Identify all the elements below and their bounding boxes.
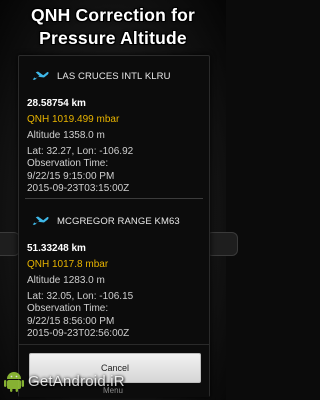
stations-dialog: LAS CRUCES INTL KLRU 28.58754 km QNH 101…	[18, 55, 210, 397]
station-altitude: Altitude 1283.0 m	[27, 275, 105, 286]
station-name: MCGREGOR RANGE KM63	[57, 216, 180, 227]
android-icon	[4, 372, 24, 392]
station-altitude: Altitude 1358.0 m	[27, 130, 105, 141]
stations-list[interactable]: LAS CRUCES INTL KLRU 28.58754 km QNH 101…	[19, 56, 209, 342]
airplane-icon	[32, 71, 49, 80]
station-distance: 28.58754 km	[27, 98, 86, 109]
watermark: GetAndroid.iR	[4, 366, 125, 396]
station-name: LAS CRUCES INTL KLRU	[57, 71, 171, 82]
station-divider	[25, 198, 203, 199]
airplane-icon	[32, 216, 49, 225]
observation-local-time: 9/22/15 8:56:00 PM	[27, 315, 115, 327]
observation-local-time: 9/22/15 9:15:00 PM	[27, 170, 115, 182]
station-qnh: QNH 1017.8 mbar	[27, 259, 109, 270]
observation-utc-time: 2015-09-23T02:56:00Z	[27, 328, 130, 339]
title-line-2: Pressure Altitude	[39, 28, 187, 48]
station-item[interactable]: LAS CRUCES INTL KLRU 28.58754 km QNH 101…	[19, 62, 209, 196]
observation-label: Observation Time:	[27, 158, 109, 169]
watermark-text: GetAndroid.iR	[28, 372, 125, 390]
station-latlon: Lat: 32.05, Lon: -106.15	[27, 290, 134, 302]
left-side-button[interactable]	[0, 232, 20, 256]
observation-utc-time: 2015-09-23T03:15:00Z	[27, 183, 130, 194]
title-line-1: QNH Correction for	[30, 5, 196, 25]
observation-label: Observation Time:	[27, 303, 109, 314]
station-header: MCGREGOR RANGE KM63	[19, 207, 209, 237]
right-side-button[interactable]	[206, 232, 238, 256]
station-distance: 51.33248 km	[27, 243, 86, 254]
station-latlon: Lat: 32.27, Lon: -106.92	[27, 145, 134, 157]
station-qnh: QNH 1019.499 mbar	[27, 114, 120, 125]
station-item[interactable]: MCGREGOR RANGE KM63 51.33248 km QNH 1017…	[19, 207, 209, 341]
station-header: LAS CRUCES INTL KLRU	[19, 62, 209, 92]
page-title: QNH Correction for Pressure Altitude	[0, 4, 226, 50]
